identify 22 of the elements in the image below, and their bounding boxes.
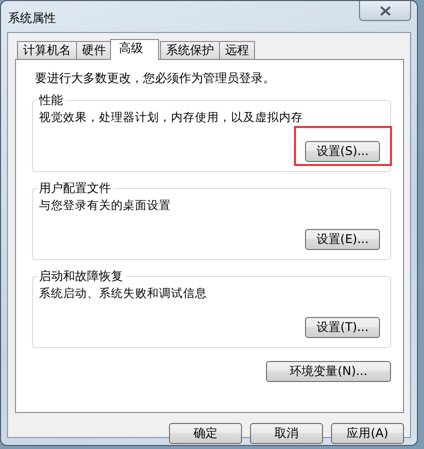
group-title: 性能 bbox=[37, 92, 65, 109]
window-title: 系统属性 bbox=[8, 10, 56, 27]
group-description: 与您登录有关的桌面设置 bbox=[39, 198, 172, 213]
group-description: 视觉效果，处理器计划，内存使用，以及虚拟内存 bbox=[39, 110, 304, 125]
settings-button[interactable]: 设置(S)... bbox=[305, 141, 380, 162]
tab[interactable]: 计算机名 bbox=[17, 41, 77, 59]
group-title: 启动和故障恢复 bbox=[37, 268, 125, 285]
dialog-button[interactable]: 确定 bbox=[169, 423, 242, 444]
tab[interactable]: 高级 bbox=[110, 39, 159, 60]
settings-button[interactable]: 设置(T)... bbox=[305, 317, 380, 338]
tab[interactable]: 远程 bbox=[219, 41, 255, 59]
group-title: 用户配置文件 bbox=[37, 180, 113, 197]
tab[interactable]: 硬件 bbox=[76, 41, 112, 59]
notice-text: 要进行大多数更改，您必须作为管理员登录。 bbox=[35, 70, 276, 87]
dialog-button[interactable]: 应用(A) bbox=[331, 423, 404, 444]
tab[interactable]: 系统保护 bbox=[160, 41, 220, 59]
close-icon bbox=[380, 6, 390, 16]
environment-variables-button[interactable]: 环境变量(N)... bbox=[266, 361, 391, 382]
settings-button[interactable]: 设置(E)... bbox=[305, 229, 380, 250]
group-description: 系统启动、系统失败和调试信息 bbox=[39, 286, 208, 301]
close-button[interactable] bbox=[359, 1, 411, 21]
dialog-button[interactable]: 取消 bbox=[250, 423, 323, 444]
